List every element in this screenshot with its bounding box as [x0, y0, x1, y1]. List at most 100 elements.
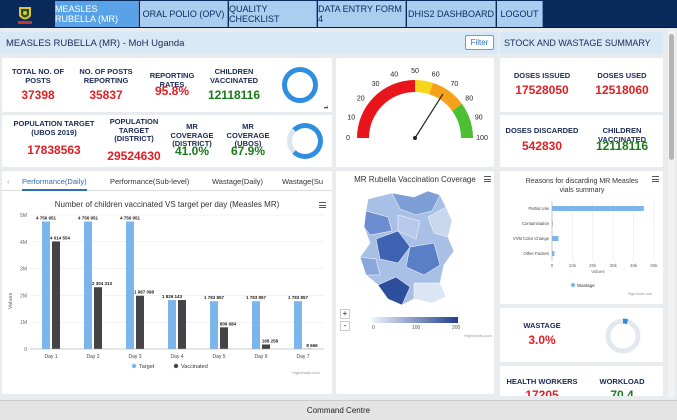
bar-category-label: Day 2 [86, 354, 99, 360]
bar-target[interactable] [252, 301, 260, 349]
kpi-value-mr-coverage-district: 41.0% [174, 144, 210, 158]
bar-target[interactable] [210, 301, 218, 349]
bar-target[interactable] [126, 221, 134, 349]
hbar-bar[interactable] [552, 236, 559, 241]
bar-data-label: 4 014 554 [50, 235, 71, 240]
gauge-band-red [357, 80, 415, 138]
discard-chart-xlabel: Values [591, 269, 605, 274]
discard-chart-credit: Highcharts.com [628, 292, 652, 296]
page-header: MEASLES RUBELLA (MR) - MoH Uganda Filter [0, 32, 497, 54]
bar-category-label: Day 1 [44, 354, 57, 360]
bar-legend-swatch [131, 363, 137, 369]
bar-data-label: 2 304 313 [92, 281, 113, 286]
bar-data-label: 1 783 857 [246, 295, 267, 300]
discard-reasons-panel: Reasons for discarding MR Measles vials … [500, 171, 663, 304]
bar-vaccinated[interactable] [94, 287, 102, 349]
bar-legend-vaccinated[interactable]: Vaccinated [181, 364, 208, 370]
hbar-xtick-label: 50k [650, 263, 658, 268]
kpi-value-population-ubos: 17838563 [27, 143, 81, 157]
label-doses-discarded: DOSES DISCARDED [505, 126, 579, 135]
hbar-bar[interactable] [552, 251, 555, 256]
kpi-label-population-ubos: POPULATION TARGET (UBOS 2019) [13, 119, 95, 137]
kpi-label-posts-reporting: NO. OF POSTS REPORTING [79, 67, 133, 85]
map-zoom-out-button[interactable]: - [340, 321, 350, 331]
bar-data-label: 4 756 951 [78, 216, 99, 221]
subtab-wastage-daily[interactable]: Wastage(Daily) [212, 177, 263, 186]
subtab-bar: ‹ Performance(Daily) Performance(Sub-lev… [2, 171, 332, 191]
bar-category-label: Day 3 [128, 354, 141, 360]
subtab-performance-daily[interactable]: Performance(Daily) [22, 177, 87, 191]
bar-chart-menu-icon[interactable] [319, 202, 326, 208]
gauge-tick-label: 70 [450, 81, 458, 88]
bar-target[interactable] [42, 221, 50, 349]
bar-vaccinated[interactable] [52, 241, 60, 349]
hbar-xtick-label: 20k [589, 263, 597, 268]
tab-quality-checklist[interactable]: QUALITY CHECKLIST [229, 1, 317, 27]
coverage-donut [287, 123, 323, 159]
reporting-rate-donut [282, 67, 318, 103]
subtab-wastage-sublevel[interactable]: Wastage(Su [282, 177, 324, 186]
map-credit: Highcharts.com [464, 333, 492, 338]
gauge-tick-label: 60 [432, 71, 440, 78]
bar-vaccinated[interactable] [178, 300, 186, 349]
tab-data-entry-form[interactable]: DATA ENTRY FORM 4 [318, 1, 406, 27]
resize-handle-icon[interactable] [324, 105, 328, 109]
bar-data-label: 4 756 951 [120, 216, 141, 221]
bar-vaccinated[interactable] [262, 344, 270, 349]
subtab-prev-icon[interactable]: ‹ [7, 177, 10, 186]
kpi-label-total-posts: TOTAL NO. OF POSTS [11, 67, 65, 85]
bar-vaccinated[interactable] [136, 295, 144, 349]
performance-panel: ‹ Performance(Daily) Performance(Sub-lev… [2, 171, 332, 394]
bar-ytick-label: 4M [20, 240, 27, 246]
tab-logout[interactable]: LOGOUT [497, 1, 543, 27]
bar-legend-target[interactable]: Target [139, 364, 155, 370]
daily-performance-chart: Number of children vaccinated VS target … [8, 200, 324, 375]
gauge-tick-label: 30 [372, 81, 380, 88]
tab-measles-rubella[interactable]: MEASLES RUBELLA (MR) [55, 1, 139, 27]
hbar-category-label: Contamination [522, 221, 550, 226]
uganda-coat-of-arms-logo [2, 1, 48, 28]
map-menu-icon[interactable] [484, 176, 491, 182]
bar-category-label: Day 5 [212, 354, 225, 360]
map-scale-mid: 100 [412, 325, 421, 331]
gauge-band-green [452, 103, 473, 138]
discard-chart-menu-icon[interactable] [652, 176, 659, 182]
value-workload: 70.4 [610, 388, 634, 396]
doses-panel: DOSES ISSUED 17528050 DOSES USED 1251806… [500, 58, 663, 112]
page-scrollbar[interactable] [668, 30, 675, 398]
map-zoom-in-button[interactable]: + [340, 309, 350, 319]
gauge-tick-label: 80 [465, 96, 473, 103]
hbar-category-label: VVM Color Change [513, 236, 550, 241]
kpi-value-population-district: 29524630 [107, 149, 161, 163]
uganda-district-map [359, 190, 455, 306]
hbar-bar[interactable] [552, 206, 644, 211]
hbar-category-label: Partial Use [529, 206, 550, 211]
kpi-value-mr-coverage-ubos: 67.9% [230, 144, 266, 158]
stock-summary-header: STOCK AND WASTAGE SUMMARY [500, 32, 663, 54]
stock-summary-title: STOCK AND WASTAGE SUMMARY [504, 38, 651, 48]
footer-bar: Command Centre [0, 400, 677, 420]
subtab-performance-sublevel[interactable]: Performance(Sub-level) [110, 177, 189, 186]
label-doses-issued: DOSES ISSUED [513, 71, 571, 80]
discard-legend-swatch [571, 283, 575, 287]
coverage-gauge-panel: 0 10 20 30 40 50 60 70 80 90 100 [336, 58, 494, 167]
value-doses-used: 12518060 [595, 83, 649, 97]
bar-target[interactable] [294, 301, 302, 349]
bar-target[interactable] [168, 300, 176, 349]
bar-data-label: 1 987 098 [134, 290, 155, 295]
discard-legend-label[interactable]: Wastage [577, 283, 595, 288]
scrollbar-thumb[interactable] [669, 34, 674, 160]
tab-oral-polio[interactable]: ORAL POLIO (OPV) [140, 1, 228, 27]
gauge-tick-label: 100 [476, 135, 488, 142]
filter-button[interactable]: Filter [465, 35, 494, 50]
gauge-tick-label: 40 [390, 71, 398, 78]
value-children-vaccinated: 12118116 [595, 139, 649, 153]
bar-target[interactable] [84, 221, 92, 349]
tab-dhis2-dashboard[interactable]: DHIS2 DASHBOARD [407, 1, 496, 27]
bar-chart-credit: Highcharts.com [292, 370, 320, 375]
gauge-tick-label: 0 [346, 135, 350, 142]
bar-chart-title: Number of children vaccinated VS target … [55, 200, 280, 209]
label-workload: WORKLOAD [599, 377, 645, 386]
bar-vaccinated[interactable] [220, 327, 228, 349]
kpi-value-reporting-rates: 95.8% [154, 84, 190, 98]
